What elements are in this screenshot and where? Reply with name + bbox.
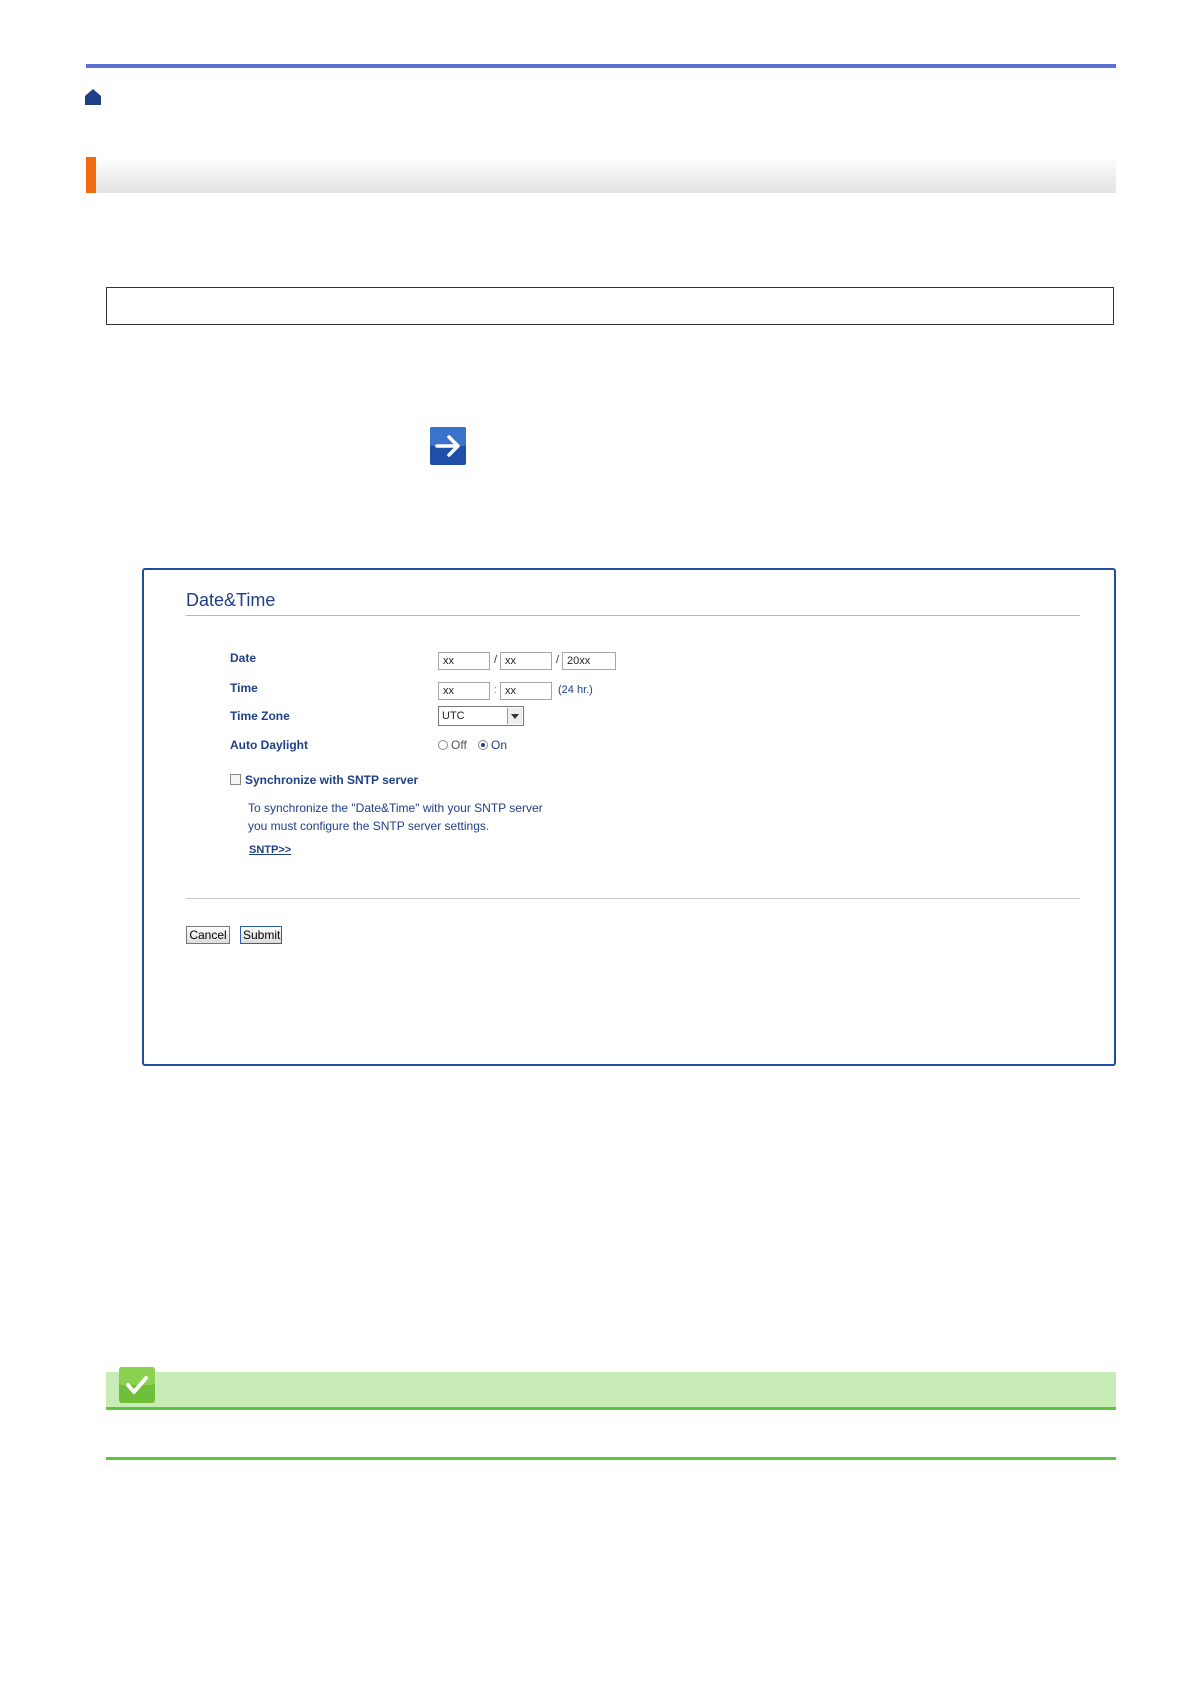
footer-divider	[186, 898, 1080, 899]
date-label: Date	[230, 651, 257, 665]
sntp-sync-checkbox[interactable]	[230, 774, 241, 785]
time-label: Time	[230, 681, 258, 695]
arrow-right-icon[interactable]	[430, 427, 466, 465]
time-separator: :	[494, 684, 498, 696]
related-info-band	[106, 1372, 1116, 1408]
sntp-info-line-1: To synchronize the "Date&Time" with your…	[248, 801, 543, 815]
date-year-input[interactable]: 20xx	[562, 652, 616, 670]
section-heading-band	[86, 157, 1116, 193]
dialog-title: Date&Time	[186, 590, 276, 610]
time-zone-label: Time Zone	[230, 709, 290, 723]
chevron-down-icon[interactable]	[507, 708, 522, 724]
date-time-settings-screenshot: Date&Time Date xx / xx / 20xx Time xx : …	[142, 568, 1116, 1066]
checkmark-icon	[119, 1367, 155, 1403]
time-zone-value: UTC	[442, 710, 465, 722]
sntp-settings-link[interactable]: SNTP>>	[249, 844, 291, 856]
date-separator-1: /	[494, 654, 498, 666]
date-month-input[interactable]: xx	[438, 652, 490, 670]
sntp-sync-label: Synchronize with SNTP server	[245, 773, 419, 787]
cancel-button[interactable]: Cancel	[186, 926, 230, 944]
outlined-box	[106, 287, 1114, 325]
time-minute-input[interactable]: xx	[500, 682, 552, 700]
auto-daylight-on-radio[interactable]	[478, 740, 488, 750]
date-day-input[interactable]: xx	[500, 652, 552, 670]
submit-button[interactable]: Submit	[240, 926, 282, 944]
auto-daylight-off-radio[interactable]	[438, 740, 448, 750]
section-accent-bar	[86, 157, 96, 193]
top-rule	[86, 64, 1116, 68]
title-divider	[186, 615, 1080, 616]
home-icon[interactable]	[84, 88, 102, 106]
auto-daylight-label: Auto Daylight	[230, 738, 308, 752]
time-hour-input[interactable]: xx	[438, 682, 490, 700]
auto-daylight-on-label: On	[491, 738, 508, 752]
date-separator-2: /	[556, 654, 560, 666]
time-format-hint: (24 hr.)	[558, 684, 593, 696]
related-info-bottom-rule	[106, 1457, 1116, 1460]
time-zone-select[interactable]: UTC	[438, 706, 524, 726]
sntp-info-line-2: you must configure the SNTP server setti…	[248, 819, 490, 833]
related-info-top-rule	[106, 1407, 1116, 1410]
auto-daylight-off-label: Off	[451, 738, 467, 752]
